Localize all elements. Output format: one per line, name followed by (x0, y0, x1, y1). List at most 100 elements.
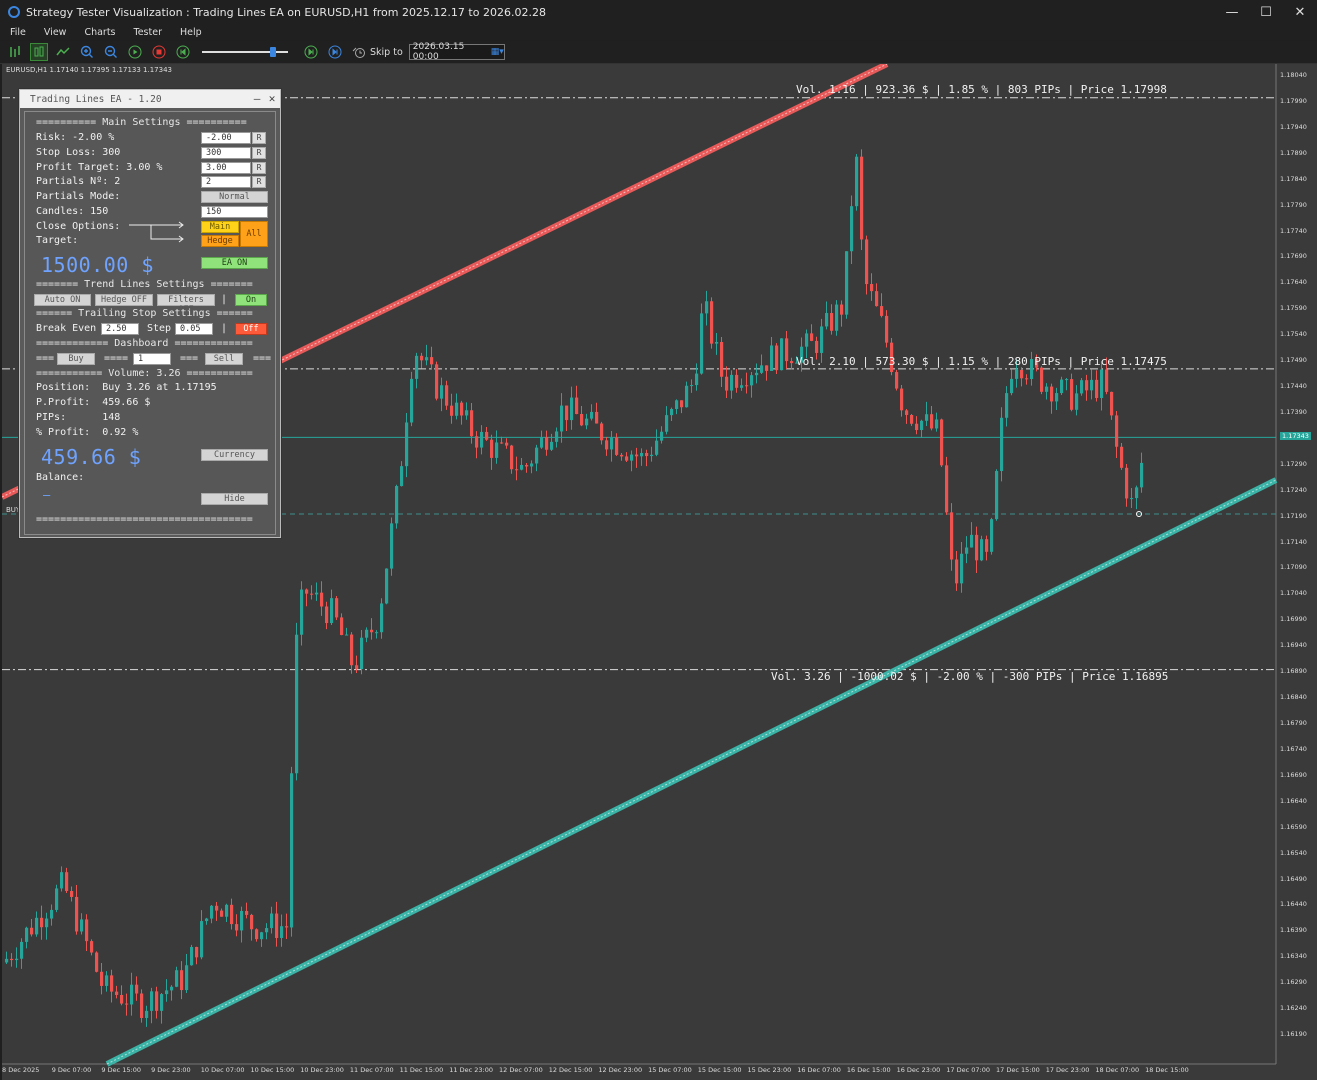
line-chart-icon[interactable] (54, 43, 72, 61)
price-tick-label: 1.17040 (1280, 589, 1307, 598)
time-tick-label: 10 Dec 15:00 (250, 1066, 295, 1074)
maximize-button[interactable]: ☐ (1249, 0, 1283, 24)
step-back-icon[interactable] (174, 43, 192, 61)
price-tick-label: 1.17690 (1280, 252, 1307, 261)
candle-body (790, 361, 794, 364)
risk-input[interactable]: -2.00 (201, 132, 251, 144)
candle-body (420, 355, 424, 361)
candle-body (675, 400, 679, 409)
ea-panel[interactable]: Trading Lines EA - 1.20 — ✕ ========== M… (19, 89, 281, 538)
menu-view[interactable]: View (44, 27, 67, 38)
candle-body (540, 436, 544, 448)
candle-body (455, 402, 459, 416)
candle-body (400, 466, 404, 487)
ea-toggle-button[interactable]: EA ON (201, 257, 268, 269)
candle-body (275, 913, 279, 938)
close-main-button[interactable]: Main (201, 221, 239, 233)
price-tick-label: 1.16240 (1280, 1004, 1307, 1013)
auto-toggle-button[interactable]: Auto ON (34, 294, 91, 306)
bar-chart-icon[interactable] (6, 43, 24, 61)
ea-panel-title[interactable]: Trading Lines EA - 1.20 (20, 90, 280, 108)
price-tick-label: 1.17790 (1280, 200, 1307, 209)
skip-end-icon[interactable] (326, 43, 344, 61)
price-tick-label: 1.16390 (1280, 926, 1307, 935)
candle-body (1090, 379, 1094, 391)
dashboard-header: ============ Dashboard ============= (36, 338, 253, 349)
profit-target-reset-button[interactable]: R (252, 162, 266, 174)
candle-body (415, 355, 419, 379)
candle-body (290, 773, 294, 928)
break-even-input[interactable]: 2.50 (101, 323, 139, 335)
candle-body (115, 991, 119, 995)
trend-lines-on-button[interactable]: On (235, 294, 267, 306)
menu-charts[interactable]: Charts (84, 27, 115, 38)
candle-body (1010, 378, 1014, 394)
step-input[interactable]: 0.05 (175, 323, 213, 335)
sell-button[interactable]: Sell (205, 353, 243, 365)
panel-close-button[interactable]: ✕ (265, 90, 279, 108)
skip-to-icon[interactable] (350, 43, 368, 61)
menu-help[interactable]: Help (180, 27, 202, 38)
close-button[interactable]: ✕ (1283, 0, 1317, 24)
price-tick-label: 1.16290 (1280, 978, 1307, 987)
hide-button[interactable]: Hide (201, 493, 268, 505)
currency-button[interactable]: Currency (201, 449, 268, 461)
speed-slider-knob[interactable] (270, 47, 276, 57)
buy-button[interactable]: Buy (57, 353, 95, 365)
time-tick-label: 17 Dec 15:00 (996, 1066, 1040, 1074)
close-all-button[interactable]: All (240, 221, 268, 247)
zoom-in-icon[interactable] (78, 43, 96, 61)
candle-body (755, 372, 759, 376)
price-tick-label: 1.17390 (1280, 407, 1307, 416)
close-hedge-button[interactable]: Hedge (201, 235, 239, 247)
calendar-icon[interactable]: ▦▾ (491, 47, 504, 57)
minimize-button[interactable]: — (1215, 0, 1249, 24)
candle-body (265, 928, 269, 933)
partials-mode-button[interactable]: Normal (201, 191, 268, 203)
zoom-out-icon[interactable] (102, 43, 120, 61)
pips-line: PIPs: 148 (36, 412, 121, 423)
candle-body (685, 385, 689, 408)
risk-reset-button[interactable]: R (252, 132, 266, 144)
skip-to-datetime[interactable]: 2026.03.15 00:00 ▦▾ (408, 42, 505, 62)
time-tick-label: 16 Dec 07:00 (797, 1066, 841, 1074)
step-forward-icon[interactable] (302, 43, 320, 61)
partials-input[interactable]: 2 (201, 176, 251, 188)
stop-icon[interactable] (150, 43, 168, 61)
price-tick-label: 1.16940 (1280, 641, 1307, 650)
trailing-off-button[interactable]: Off (235, 323, 267, 335)
candle-body (25, 927, 29, 942)
play-icon[interactable] (126, 43, 144, 61)
price-scale[interactable]: 1.18040 1.17990 1.17940 1.17890 1.17840 1.177… (1277, 64, 1317, 1064)
candle-body (710, 301, 714, 344)
candle-body (960, 553, 964, 584)
candle-body (1085, 380, 1089, 391)
menu-file[interactable]: File (10, 27, 26, 38)
candle-body (555, 431, 559, 442)
candle-body (470, 410, 474, 437)
profit-target-input[interactable]: 3.00 (201, 162, 251, 174)
candle-chart-icon[interactable] (30, 43, 48, 61)
lot-size-input[interactable]: 1 (133, 353, 171, 365)
time-tick-label: 15 Dec 15:00 (697, 1066, 742, 1074)
candle-body (840, 304, 844, 315)
candle-body (1120, 446, 1124, 468)
candle-body (435, 364, 439, 399)
dashboard-sep-left: === (36, 353, 55, 364)
candle-body (250, 914, 254, 930)
panel-minimize-button[interactable]: — (250, 90, 264, 108)
time-scale[interactable]: 8 Dec 2025 9 Dec 07:00 9 Dec 15:00 9 Dec 23… (2, 1064, 1277, 1080)
price-tick-label: 1.17240 (1280, 485, 1307, 494)
price-tick-label: 1.17590 (1280, 304, 1307, 313)
candles-input[interactable]: 150 (201, 206, 268, 218)
filters-toggle-button[interactable]: Filters OFF (157, 294, 215, 315)
hedge-toggle-button[interactable]: Hedge OFF (95, 294, 153, 306)
stop-loss-input[interactable]: 300 (201, 147, 251, 159)
partials-reset-button[interactable]: R (252, 176, 266, 188)
time-tick-label: 17 Dec 23:00 (1045, 1066, 1090, 1074)
candle-body (505, 442, 509, 446)
candle-body (330, 598, 334, 624)
menu-tester[interactable]: Tester (134, 27, 162, 38)
speed-slider[interactable] (202, 46, 288, 58)
stop-loss-reset-button[interactable]: R (252, 147, 266, 159)
